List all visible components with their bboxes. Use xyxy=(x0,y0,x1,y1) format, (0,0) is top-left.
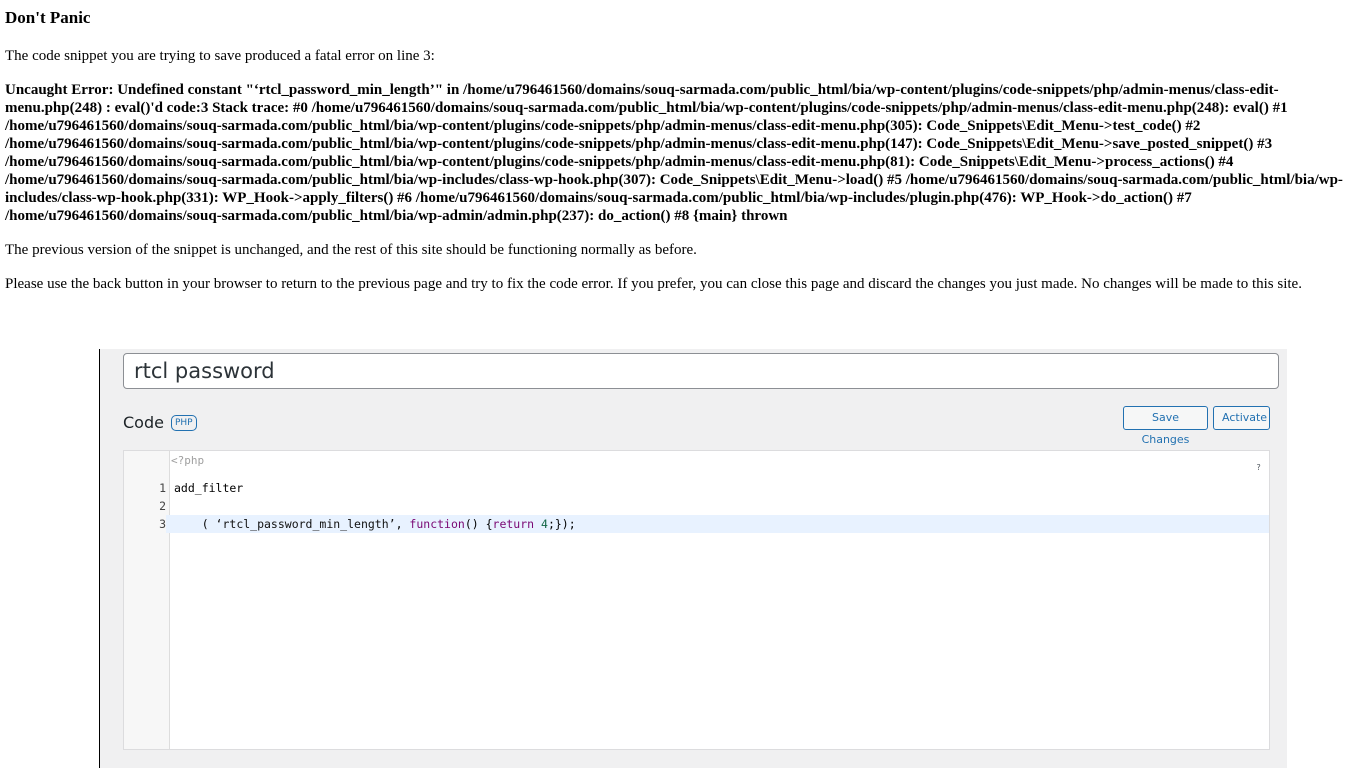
activate-button[interactable]: Activate xyxy=(1213,406,1270,430)
code-token: () { xyxy=(464,517,493,531)
snippet-editor-panel: Code PHP Save Changes Activate <?php ? 1… xyxy=(99,349,1287,768)
code-line[interactable]: 1 add_filter xyxy=(124,479,1269,497)
code-heading: Code PHP xyxy=(123,413,197,432)
code-token-keyword: return xyxy=(492,517,535,531)
error-intro: The code snippet you are trying to save … xyxy=(5,48,435,64)
code-token-keyword: function xyxy=(409,517,465,531)
code-heading-label: Code xyxy=(123,413,164,432)
code-token-number: 4 xyxy=(541,517,548,531)
error-title: Don't Panic xyxy=(5,8,91,27)
error-page: Don't Panic The code snippet you are try… xyxy=(5,0,1345,292)
code-token: ( xyxy=(174,517,216,531)
php-open-tag: <?php xyxy=(171,454,205,467)
line-number: 2 xyxy=(124,497,166,515)
previous-version-note: The previous version of the snippet is u… xyxy=(5,242,697,258)
code-token-string: ‘rtcl_password_min_length’ xyxy=(215,517,396,531)
code-token: ;}); xyxy=(547,517,576,531)
code-line[interactable]: 2 xyxy=(124,497,1269,515)
code-token: , xyxy=(395,517,410,531)
error-message: Uncaught Error: Undefined constant "‘rtc… xyxy=(5,82,1343,224)
snippet-title-input[interactable] xyxy=(123,353,1279,389)
save-changes-button[interactable]: Save Changes xyxy=(1123,406,1208,446)
line-code: add_filter xyxy=(174,481,244,495)
line-code: ( ‘rtcl_password_min_length’, function()… xyxy=(174,515,576,533)
php-language-badge: PHP xyxy=(170,414,197,431)
instructions-note: Please use the back button in your brows… xyxy=(5,276,1302,292)
line-number: 3 xyxy=(124,515,166,533)
help-icon[interactable]: ? xyxy=(1256,463,1261,472)
line-number: 1 xyxy=(124,479,166,497)
code-line-active[interactable]: 3 ( ‘rtcl_password_min_length’, function… xyxy=(124,515,1269,533)
code-editor[interactable]: <?php ? 1 add_filter 2 3 ( ‘rtcl_passwor… xyxy=(123,450,1270,750)
